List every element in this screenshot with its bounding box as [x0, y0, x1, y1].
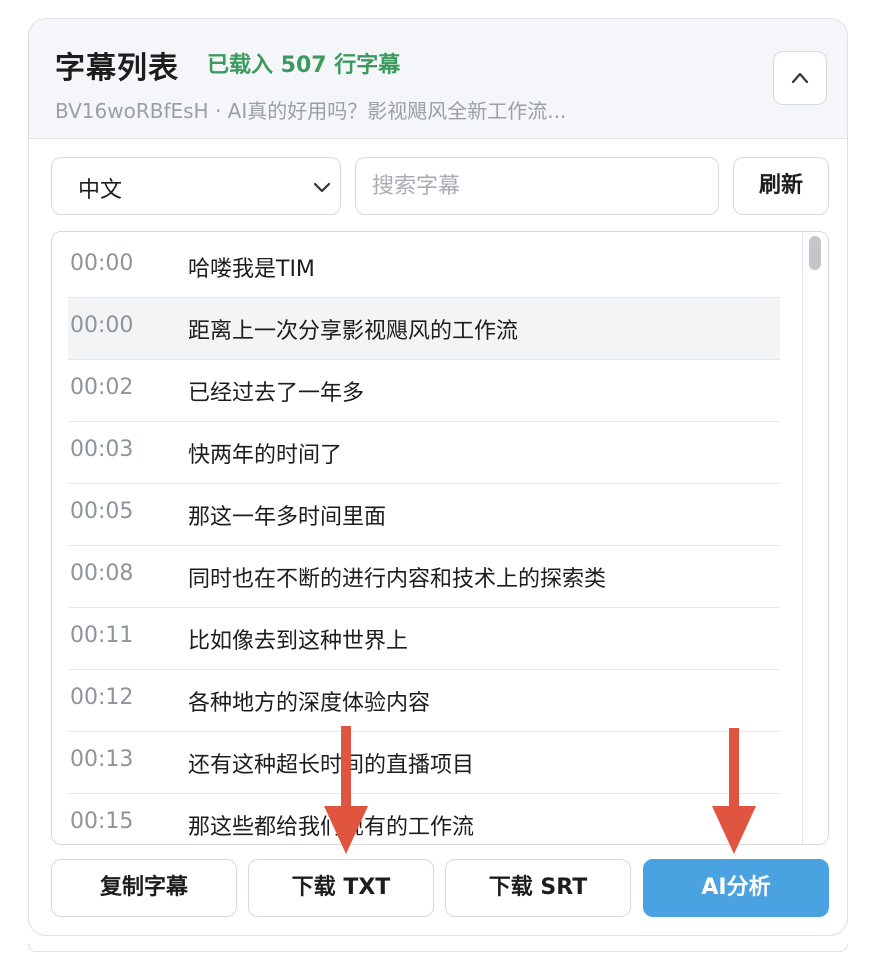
subtitle-text: 快两年的时间了 — [188, 443, 343, 468]
subtitle-row[interactable]: 00:00 哈喽我是TIM — [68, 236, 780, 298]
subtitle-row[interactable]: 00:11 比如像去到这种世界上 — [68, 608, 780, 670]
chevron-down-icon — [313, 182, 331, 193]
scrollbar-thumb[interactable] — [809, 236, 821, 270]
subtitle-timestamp[interactable]: 00:15 — [70, 809, 133, 834]
search-input[interactable] — [355, 157, 719, 215]
subtitle-timestamp[interactable]: 00:00 — [70, 251, 133, 276]
subtitle-row[interactable]: 00:02 已经过去了一年多 — [68, 360, 780, 422]
subtitle-row[interactable]: 00:08 同时也在不断的进行内容和技术上的探索类 — [68, 546, 780, 608]
download-txt-button[interactable]: 下载 TXT — [248, 859, 434, 917]
video-subtitle: BV16woRBfEsH · AI真的好用吗？影视飓风全新工作流... — [55, 99, 567, 123]
scrollbar[interactable] — [802, 232, 828, 844]
subtitle-row[interactable]: 00:03 快两年的时间了 — [68, 422, 780, 484]
refresh-button[interactable]: 刷新 — [733, 157, 829, 215]
subtitle-row[interactable]: 00:12 各种地方的深度体验内容 — [68, 670, 780, 732]
subtitle-row[interactable]: 00:15 那这些都给我们现有的工作流 — [68, 794, 780, 844]
collapse-button[interactable] — [773, 51, 827, 105]
subtitle-row[interactable]: 00:00 距离上一次分享影视飓风的工作流 — [68, 298, 780, 360]
subtitle-timestamp[interactable]: 00:08 — [70, 561, 133, 586]
chevron-up-icon — [791, 72, 809, 84]
loaded-status: 已载入 507 行字幕 — [207, 53, 401, 78]
ai-analysis-button[interactable]: AI分析 — [643, 859, 829, 917]
arrow-down-icon — [324, 726, 368, 854]
subtitle-text: 已经过去了一年多 — [188, 381, 365, 406]
download-srt-button[interactable]: 下载 SRT — [445, 859, 631, 917]
panel-bottom-edge — [28, 944, 848, 952]
subtitle-text: 那这一年多时间里面 — [188, 505, 387, 530]
subtitle-text: 距离上一次分享影视飓风的工作流 — [188, 319, 519, 344]
subtitle-timestamp[interactable]: 00:12 — [70, 685, 133, 710]
language-select-value: 中文 — [78, 178, 123, 203]
subtitle-text: 同时也在不断的进行内容和技术上的探索类 — [188, 567, 607, 592]
subtitle-timestamp[interactable]: 00:11 — [70, 623, 133, 648]
subtitle-timestamp[interactable]: 00:00 — [70, 313, 133, 338]
subtitle-timestamp[interactable]: 00:03 — [70, 437, 133, 462]
subtitle-text: 比如像去到这种世界上 — [188, 629, 409, 654]
subtitle-text: 哈喽我是TIM — [188, 257, 315, 282]
panel-title: 字幕列表 — [55, 51, 179, 86]
panel-header: 字幕列表 已载入 507 行字幕 BV16woRBfEsH · AI真的好用吗？… — [29, 19, 847, 139]
language-select[interactable]: 中文 — [51, 157, 341, 215]
copy-subtitles-button[interactable]: 复制字幕 — [51, 859, 237, 917]
subtitle-timestamp[interactable]: 00:02 — [70, 375, 133, 400]
subtitle-timestamp[interactable]: 00:05 — [70, 499, 133, 524]
arrow-down-icon — [712, 728, 756, 854]
subtitle-row[interactable]: 00:13 还有这种超长时间的直播项目 — [68, 732, 780, 794]
subtitle-text: 各种地方的深度体验内容 — [188, 691, 431, 716]
subtitle-timestamp[interactable]: 00:13 — [70, 747, 133, 772]
subtitle-row[interactable]: 00:05 那这一年多时间里面 — [68, 484, 780, 546]
